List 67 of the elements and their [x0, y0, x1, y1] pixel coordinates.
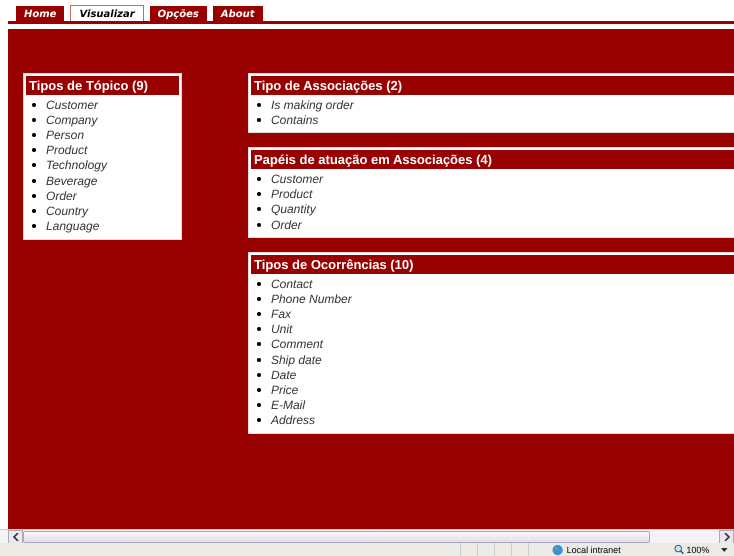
- bullet-icon: [32, 163, 36, 168]
- scroll-right-icon[interactable]: [719, 530, 734, 544]
- bullet-icon: [257, 327, 261, 332]
- bullet-icon: [257, 102, 261, 107]
- scroll-thumb[interactable]: [23, 530, 650, 542]
- panel-title: Tipos de Ocorrências (10): [251, 255, 734, 274]
- bullet-icon: [32, 208, 36, 213]
- list-link[interactable]: Order: [46, 188, 77, 203]
- list-link[interactable]: Contains: [271, 112, 318, 127]
- security-zone: Local intranet: [566, 544, 622, 554]
- nav-tab[interactable]: Opções: [150, 6, 207, 21]
- bullet-icon: [257, 342, 261, 346]
- bullet-icon: [257, 358, 261, 362]
- bullet-icon: [32, 118, 36, 122]
- bullet-icon: [32, 102, 36, 107]
- bullet-icon: [257, 403, 261, 408]
- list-link[interactable]: Date: [271, 368, 296, 382]
- list-link[interactable]: E-Mail: [271, 398, 306, 412]
- bullet-icon: [257, 207, 261, 212]
- panel-title: Papéis de atuação em Associações (4): [251, 150, 734, 170]
- list-link[interactable]: Person: [46, 128, 84, 142]
- list-link[interactable]: Phone Number: [271, 292, 352, 306]
- bullet-icon: [257, 312, 261, 316]
- list-link[interactable]: Customer: [46, 98, 98, 112]
- scroll-left-icon[interactable]: [8, 530, 23, 544]
- nav-tab[interactable]: About: [212, 6, 262, 21]
- horizontal-scrollbar[interactable]: [0, 529, 734, 543]
- bullet-icon: [257, 372, 261, 377]
- zoom-level[interactable]: 100%: [686, 544, 710, 554]
- bullet-icon: [32, 224, 36, 228]
- zoom-icon[interactable]: [674, 544, 684, 555]
- bullet-icon: [257, 118, 261, 122]
- bullet-icon: [257, 388, 261, 392]
- bullet-icon: [257, 176, 261, 181]
- list-link[interactable]: Comment: [271, 337, 324, 352]
- list-link[interactable]: Country: [46, 204, 88, 218]
- bullet-icon: [257, 192, 261, 196]
- bullet-icon: [32, 132, 36, 137]
- list-link[interactable]: Price: [271, 383, 298, 398]
- bullet-icon: [257, 282, 261, 286]
- bullet-icon: [257, 222, 261, 227]
- caret-icon[interactable]: [721, 548, 728, 552]
- list-link[interactable]: Language: [46, 219, 100, 234]
- nav-tab[interactable]: Home: [16, 6, 64, 21]
- list-link[interactable]: Beverage: [46, 174, 98, 188]
- list-link[interactable]: Company: [46, 112, 98, 127]
- bullet-icon: [257, 418, 261, 422]
- list-link[interactable]: Product: [46, 143, 88, 158]
- list-link[interactable]: Product: [271, 187, 312, 202]
- list-link[interactable]: Ship date: [271, 352, 322, 367]
- nav-tab[interactable]: Visualizar: [70, 5, 144, 22]
- bullet-icon: [32, 178, 36, 183]
- bullet-icon: [32, 194, 36, 198]
- list-link[interactable]: Address: [271, 413, 316, 428]
- list-link[interactable]: Order: [271, 218, 302, 232]
- list-link[interactable]: Fax: [271, 307, 292, 322]
- list-link[interactable]: Technology: [46, 158, 107, 172]
- list-link[interactable]: Contact: [271, 276, 312, 291]
- panel-title: Tipos de Tópico (9): [26, 76, 179, 95]
- list-link[interactable]: Unit: [271, 322, 292, 336]
- bullet-icon: [32, 148, 36, 152]
- panel-title: Tipo de Associações (2): [251, 76, 734, 95]
- list-link[interactable]: Customer: [271, 172, 324, 186]
- list-link[interactable]: Is making order: [271, 98, 354, 112]
- list-link[interactable]: Quantity: [271, 202, 316, 216]
- bullet-icon: [257, 296, 261, 301]
- globe-icon: [552, 544, 565, 556]
